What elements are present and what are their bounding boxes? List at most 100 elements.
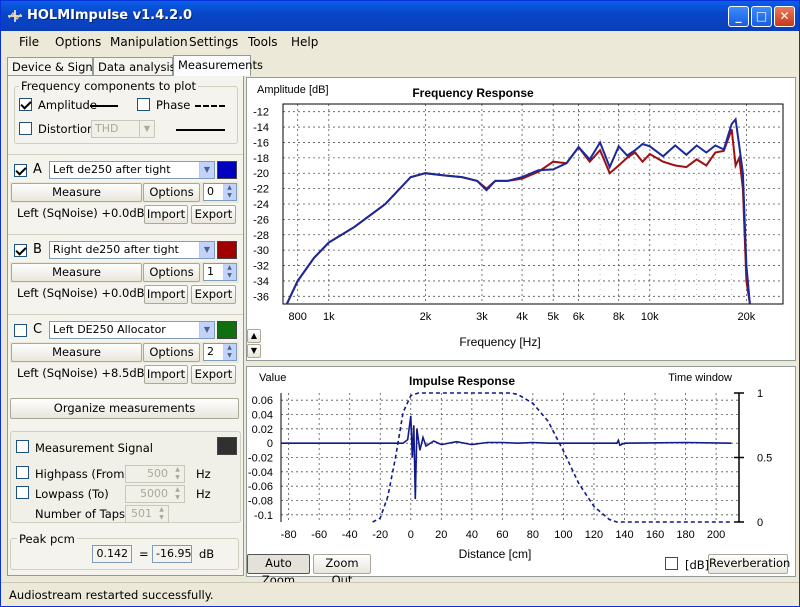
imp-xtick-label: 0 (408, 529, 414, 541)
imp-ytick-label: -0.06 (248, 481, 273, 493)
menu-help[interactable]: Help (291, 35, 318, 49)
close-button[interactable]: ✕ (774, 6, 795, 27)
impulse-response-chart[interactable]: Value Impulse Response Time window Dista… (247, 367, 795, 576)
reverberation-button[interactable]: Reverberation (708, 554, 790, 574)
measurement-b-measure-button[interactable]: Measure (11, 263, 142, 282)
impulse-response-panel[interactable]: Value Impulse Response Time window Dista… (246, 366, 796, 577)
frequency-response-chart[interactable]: Amplitude [dB] Frequency Response Freque… (247, 78, 795, 360)
measurement-a-measure-button[interactable]: Measure (11, 183, 142, 202)
imp-xtick-label: 80 (527, 529, 539, 541)
measurement-a-options-button[interactable]: Options (143, 183, 200, 202)
measurement-c-index-stepper[interactable]: 2 ▲ ▼ (203, 343, 237, 361)
measurement-c-name: Left DE250 Allocator (53, 323, 166, 336)
highpass-stepper[interactable]: 500 ▲ ▼ (125, 465, 185, 483)
chevron-down-icon: ▼ (199, 242, 214, 258)
measurement-c-select[interactable]: Left DE250 Allocator ▼ (49, 321, 215, 339)
measurement-c-color-swatch[interactable] (217, 321, 237, 339)
measurement-a-select[interactable]: Left de250 after tight ▼ (49, 161, 215, 179)
zoom-out-button[interactable]: Zoom Out (313, 554, 371, 587)
measurement-a-import-button[interactable]: Import (144, 205, 188, 224)
spin-arrows-icon[interactable]: ▲ ▼ (223, 344, 236, 360)
db-checkbox[interactable] (665, 557, 678, 570)
menu-settings[interactable]: Settings (189, 35, 238, 49)
measurement-a-letter: A (33, 162, 42, 177)
measurement-a-checkbox[interactable] (14, 164, 27, 177)
freq-xtick-label: 1k (323, 311, 335, 323)
distortion-type-select[interactable]: THD ▼ (91, 120, 155, 138)
freq-title: Frequency Response (412, 86, 534, 100)
freq-ytick-label: -14 (253, 122, 269, 134)
measurement-b-export-button[interactable]: Export (191, 285, 236, 304)
measurement-c-measure-button[interactable]: Measure (11, 343, 142, 362)
signal-color-swatch[interactable] (217, 437, 237, 455)
measurement-b-color-swatch[interactable] (217, 241, 237, 259)
tab-measurements[interactable]: Measurements (173, 55, 263, 76)
maximize-button[interactable]: □ (751, 6, 772, 27)
measurement-b-index-stepper[interactable]: 1 ▲ ▼ (203, 263, 237, 281)
measurement-a-export-button[interactable]: Export (191, 205, 236, 224)
scroll-up-button[interactable]: ▲ (247, 329, 261, 343)
frequency-response-panel[interactable]: Amplitude [dB] Frequency Response Freque… (246, 77, 796, 361)
imp-xtick-label: 120 (585, 529, 603, 541)
imp-xtick-label: -40 (342, 529, 358, 541)
distortion-checkbox[interactable] (19, 122, 32, 135)
measurement-b-select[interactable]: Right de250 after tight ▼ (49, 241, 215, 259)
peak-value-field: 0.142 (92, 545, 132, 563)
imp-ylabel: Value (259, 372, 286, 384)
menu-manipulation[interactable]: Manipulation (110, 35, 188, 49)
menu-options[interactable]: Options (55, 35, 101, 49)
freq-xtick-label: 5k (547, 311, 559, 323)
imp-xtick-label: -80 (281, 529, 297, 541)
minimize-button[interactable]: _ (728, 6, 749, 27)
imp-ytick-label: -0.1 (254, 510, 273, 522)
measurement-b-options-button[interactable]: Options (143, 263, 200, 282)
spin-arrows-icon[interactable]: ▲ ▼ (223, 184, 236, 200)
imp-xtick-label: 40 (466, 529, 478, 541)
taps-stepper[interactable]: 501 ▲ ▼ (125, 505, 169, 523)
measurement-c-checkbox[interactable] (14, 324, 27, 337)
freq-xtick-label: 8k (613, 311, 625, 323)
auto-zoom-button[interactable]: Auto Zoom (247, 554, 310, 587)
measurement-signal-checkbox[interactable] (16, 440, 29, 453)
lowpass-unit: Hz (196, 487, 211, 501)
imp-xtick-label: 180 (676, 529, 694, 541)
title-bar[interactable]: HOLMImpulse v1.4.2.0 _ □ ✕ (1, 1, 799, 31)
imp-ytick-label: 0.06 (252, 395, 273, 407)
tab-data-analysis[interactable]: Data analysis (93, 57, 176, 76)
phase-checkbox[interactable] (137, 98, 150, 111)
lowpass-checkbox[interactable] (16, 486, 29, 499)
menu-tools[interactable]: Tools (248, 35, 278, 49)
app-icon (8, 10, 22, 22)
imp-ytick-label: -0.02 (248, 453, 273, 465)
freq-xlabel: Frequency [Hz] (459, 335, 540, 349)
measurement-c-options-button[interactable]: Options (143, 343, 200, 362)
window-title: HOLMImpulse v1.4.2.0 (27, 8, 193, 23)
menu-file[interactable]: File (19, 35, 39, 49)
freq-xtick-label: 4k (516, 311, 528, 323)
amplitude-checkbox[interactable] (19, 98, 32, 111)
spin-arrows-icon[interactable]: ▲ ▼ (223, 264, 236, 280)
freq-ytick-label: -36 (253, 291, 269, 303)
freq-ytick-label: -32 (253, 261, 269, 273)
freq-ylabel: Amplitude [dB] (257, 84, 329, 96)
highpass-value: 500 (147, 467, 168, 480)
measurement-block-c: C Left DE250 Allocator ▼ Measure Options … (8, 314, 243, 394)
measurement-c-import-button[interactable]: Import (144, 365, 188, 384)
peak-equals: = (139, 547, 149, 561)
measurement-block-a: A Left de250 after tight ▼ Measure Option… (8, 154, 243, 234)
highpass-checkbox[interactable] (16, 466, 29, 479)
scroll-down-button[interactable]: ▼ (247, 344, 261, 358)
organize-measurements-button[interactable]: Organize measurements (10, 398, 239, 419)
measurement-b-import-button[interactable]: Import (144, 285, 188, 304)
freq-ytick-label: -30 (253, 245, 269, 257)
measurement-b-checkbox[interactable] (14, 244, 27, 257)
freq-xtick-label: 2k (420, 311, 432, 323)
measurement-c-export-button[interactable]: Export (191, 365, 236, 384)
distortion-type-value: THD (95, 122, 119, 135)
measurement-a-color-swatch[interactable] (217, 161, 237, 179)
measurement-a-index-stepper[interactable]: 0 ▲ ▼ (203, 183, 237, 201)
lowpass-stepper[interactable]: 5000 ▲ ▼ (125, 485, 185, 503)
highpass-label: Highpass (From) (35, 467, 129, 481)
taps-value: 501 (131, 507, 152, 520)
tab-device-signal[interactable]: Device & Signal (7, 57, 103, 76)
